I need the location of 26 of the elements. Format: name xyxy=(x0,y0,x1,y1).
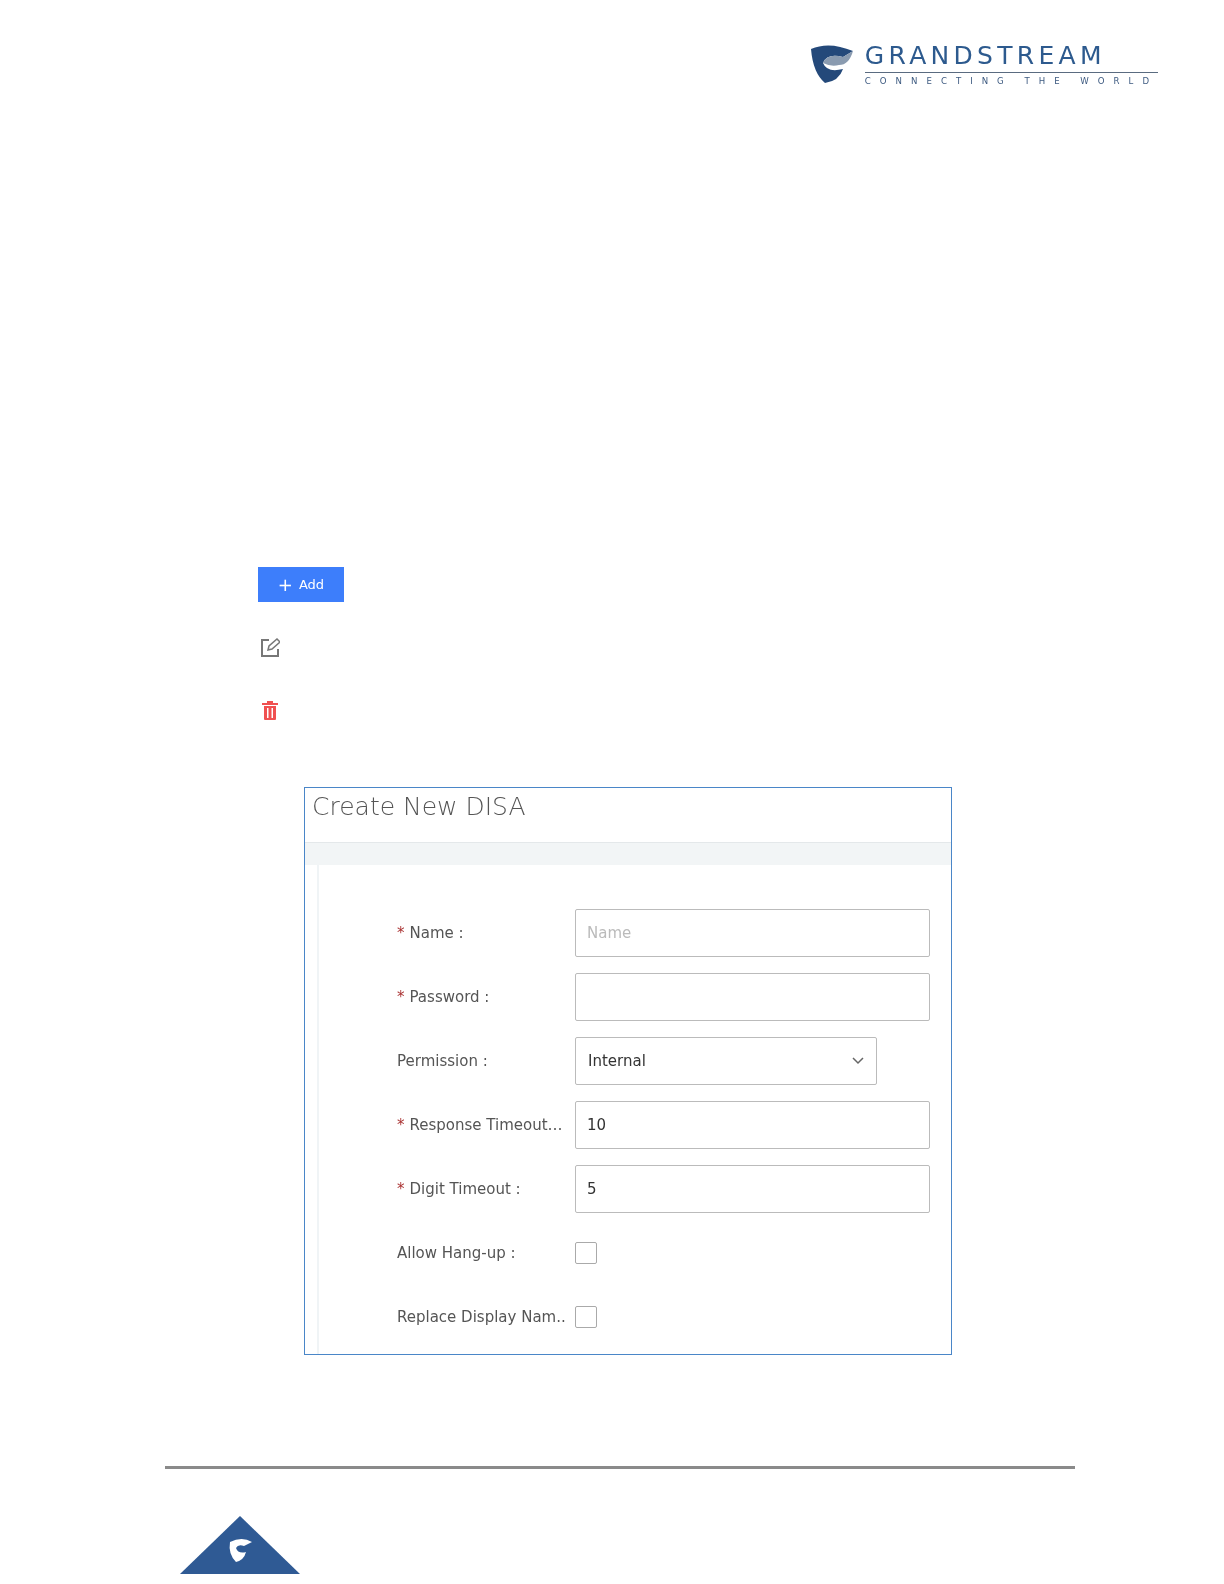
required-mark: * xyxy=(397,1180,405,1198)
field-label: Replace Display Nam.. xyxy=(397,1308,567,1326)
add-button[interactable]: + Add xyxy=(258,567,344,602)
field-label: * Response Timeout… xyxy=(397,1116,564,1134)
input-field[interactable]: Name xyxy=(575,909,930,957)
field-label: * Name : xyxy=(397,924,465,942)
logo-icon xyxy=(180,1516,300,1574)
checkbox[interactable] xyxy=(575,1306,597,1328)
input-field[interactable] xyxy=(575,973,930,1021)
logo-name: GRANDSTREAM xyxy=(864,42,1158,73)
edit-icon[interactable] xyxy=(260,638,280,658)
required-mark: * xyxy=(397,924,405,942)
field-label: * Password : xyxy=(397,988,491,1006)
input-field[interactable]: 10 xyxy=(575,1101,930,1149)
field-label: Allow Hang-up : xyxy=(397,1244,517,1262)
checkbox[interactable] xyxy=(575,1242,597,1264)
field-label: * Digit Timeout : xyxy=(397,1180,522,1198)
input-field[interactable]: 5 xyxy=(575,1165,930,1213)
trash-icon[interactable] xyxy=(262,701,278,721)
required-mark: * xyxy=(397,1116,405,1134)
field-label: Permission : xyxy=(397,1052,489,1070)
chevron-icon xyxy=(852,1057,864,1065)
required-mark: * xyxy=(397,988,405,1006)
logo-icon xyxy=(808,43,855,85)
logo-tagline: CONNECTING THE WORLD xyxy=(864,76,1158,86)
permission-select[interactable]: Internal xyxy=(575,1037,877,1085)
